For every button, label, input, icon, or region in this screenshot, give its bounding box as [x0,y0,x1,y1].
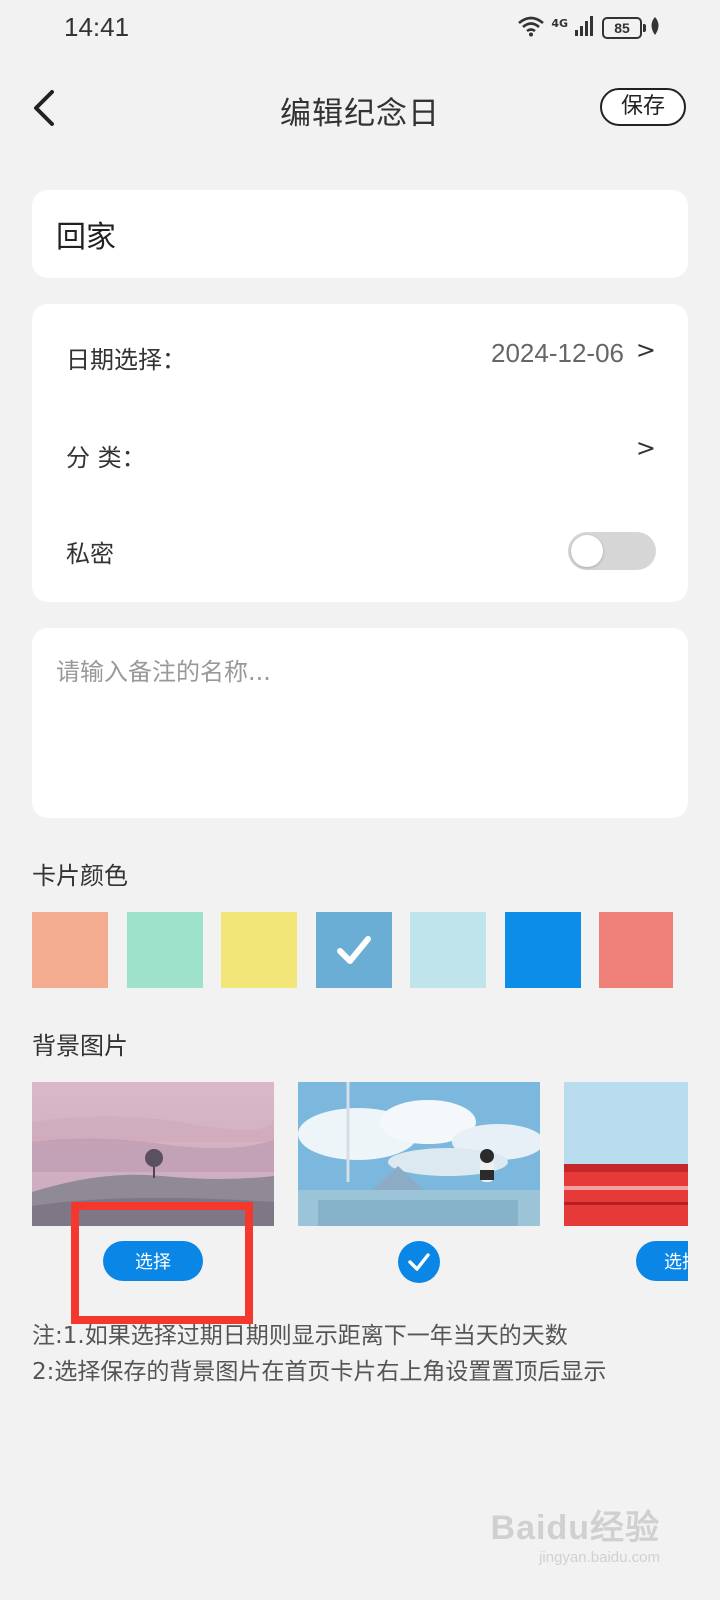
card-color-label: 卡片颜色 [32,862,128,890]
header: 编辑纪念日 保存 [0,72,720,144]
color-swatch[interactable] [505,912,581,988]
highlight-box [71,1202,253,1324]
signal-icon [574,15,596,41]
wifi-icon [517,15,545,41]
check-icon [337,936,371,964]
note-card [32,628,688,818]
status-icons: 4G 85 [517,14,662,42]
footnote-line-2: 2:选择保存的背景图片在首页卡片右上角设置置顶后显示 [32,1359,607,1385]
watermark-url: jingyan.baidu.com [539,1549,660,1566]
color-swatch[interactable] [410,912,486,988]
chevron-right-icon: > [635,434,656,462]
background-image-label: 背景图片 [32,1032,128,1060]
background-thumb-red-train[interactable] [564,1082,688,1226]
anniversary-name-input[interactable] [56,210,656,258]
category-row[interactable]: 分 类： > [32,414,688,494]
network-type: 4G [551,16,568,30]
color-swatch[interactable] [32,912,108,988]
select-background-button-3[interactable]: 选择 [636,1241,688,1281]
date-select-row[interactable]: 日期选择： 2024-12-06 > [32,316,688,396]
name-card [32,190,688,278]
chevron-right-icon: > [635,336,656,364]
footnote: 注:1.如果选择过期日期则显示距离下一年当天的天数 2:选择保存的背景图片在首页… [32,1318,606,1390]
note-input[interactable] [56,652,664,792]
private-row: 私密 [32,510,688,590]
leaf-icon [648,16,662,40]
category-label: 分 类： [66,444,146,472]
status-bar: 14:41 4G 85 [0,0,720,54]
watermark-logo: Baidu经验 [490,1509,660,1547]
date-value: 2024-12-06 [491,338,624,368]
date-label: 日期选择： [66,346,186,374]
save-button[interactable]: 保存 [600,88,686,126]
settings-card: 日期选择： 2024-12-06 > 分 类： > 私密 [32,304,688,602]
toggle-knob [571,535,603,567]
selected-check-icon[interactable] [398,1241,440,1283]
private-toggle[interactable] [568,532,656,570]
private-label: 私密 [66,540,114,568]
color-swatch[interactable] [127,912,203,988]
color-swatch[interactable] [316,912,392,988]
color-swatch[interactable] [221,912,297,988]
color-swatch[interactable] [599,912,673,988]
battery-icon: 85 [602,17,646,39]
status-time: 14:41 [64,12,130,42]
background-thumb-sky-cat[interactable] [298,1082,540,1226]
baidu-watermark: Baidu经验 jingyan.baidu.com [491,1500,660,1566]
footnote-line-1: 注:1.如果选择过期日期则显示距离下一年当天的天数 [32,1323,568,1349]
